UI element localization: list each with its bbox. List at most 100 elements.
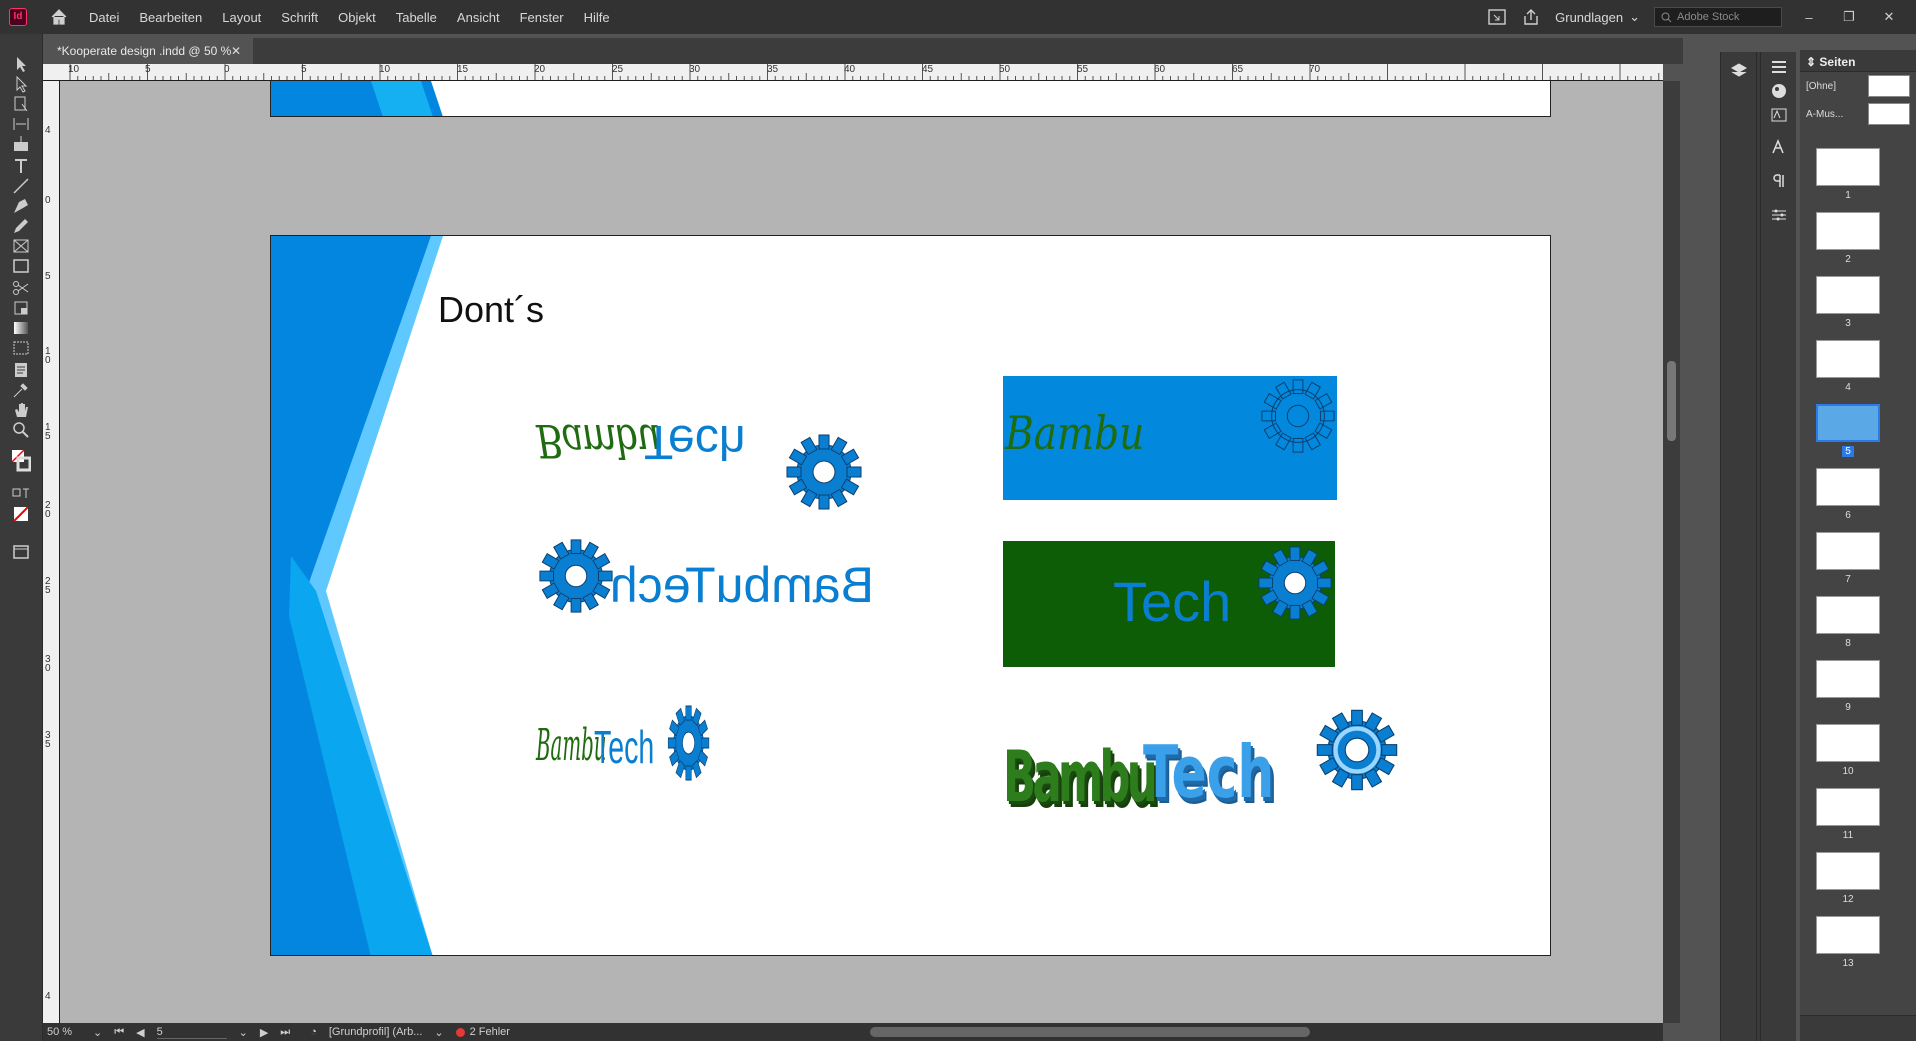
type-tool-icon[interactable] [11,156,31,176]
pasteboard[interactable]: Dont´s Bambu Tech BambuTech Bambu Tech B… [60,81,1663,1023]
hand-tool-icon[interactable] [11,400,31,420]
zoom-tool-icon[interactable] [11,420,31,440]
next-page-icon[interactable]: ▶ [260,1026,268,1039]
vertical-scrollbar[interactable] [1663,81,1680,1023]
preflight-icon[interactable]: ◔ [310,1026,317,1038]
layers-icon[interactable] [1730,62,1748,80]
format-container-icon[interactable] [11,484,31,504]
workspace-switcher[interactable]: Grundlagen ⌄ [1555,9,1640,25]
scissors-tool-icon[interactable] [11,278,31,298]
page-field[interactable]: 5 [156,1026,227,1039]
pages-panel-tab[interactable]: ⇕ Seiten [1800,50,1916,72]
preflight-profile[interactable]: [Grundprofil] (Arb... [329,1026,423,1038]
adobe-stock-search[interactable]: Adobe Stock [1654,7,1782,27]
rectangle-tool-icon[interactable] [11,256,31,276]
menu-layout[interactable]: Layout [212,10,271,25]
document-tab-bar: *Kooperate design .indd @ 50 % ✕ [43,38,1683,64]
screen-mode-icon[interactable] [1487,8,1507,26]
selection-tool-icon[interactable] [11,54,31,74]
home-icon[interactable] [49,7,69,27]
chevron-down-icon[interactable]: ⌄ [434,1026,443,1039]
error-indicator[interactable]: 2 Fehler [455,1026,522,1038]
document-tab[interactable]: *Kooperate design .indd @ 50 % ✕ [43,38,253,64]
page-thumbnail[interactable] [1816,468,1880,506]
close-tab-icon[interactable]: ✕ [231,38,241,64]
page-thumbnail[interactable] [1816,532,1880,570]
dont-example-4: Bambu [1003,376,1337,500]
last-page-icon[interactable]: ⏭ [280,1026,290,1039]
gradient-tool-icon[interactable] [11,318,31,338]
menu-schrift[interactable]: Schrift [271,10,328,25]
free-transform-tool-icon[interactable] [11,298,31,318]
page-number: 9 [1845,702,1851,713]
dont-example-6: Bambu Tech [1003,706,1423,846]
chevron-down-icon[interactable]: ⌄ [93,1026,102,1039]
properties-icon[interactable] [1770,206,1788,224]
pen-tool-icon[interactable] [11,196,31,216]
page-thumbnail[interactable] [1816,852,1880,890]
page-thumbnail[interactable] [1816,212,1880,250]
close-window-button[interactable]: ✕ [1876,9,1902,25]
page-thumbnail[interactable] [1816,340,1880,378]
chevron-down-icon[interactable]: ⌄ [239,1026,248,1039]
pages-panel-title: Seiten [1819,55,1856,69]
menu-datei[interactable]: Datei [79,10,129,25]
vertical-scroll-thumb[interactable] [1667,361,1676,441]
content-collector-icon[interactable] [11,134,31,154]
menu-hilfe[interactable]: Hilfe [574,10,620,25]
note-tool-icon[interactable] [11,360,31,380]
page-tool-icon[interactable] [11,94,31,114]
page-thumbnail[interactable] [1816,916,1880,954]
ruler-label: 15 [457,64,469,75]
character-styles-icon[interactable] [1770,138,1788,156]
maximize-button[interactable]: ❐ [1836,9,1862,25]
chevron-down-icon: ⌄ [1629,9,1640,24]
menu-icon[interactable] [1770,58,1788,76]
page-thumbnail[interactable] [1816,148,1880,186]
page-thumbnail[interactable] [1816,404,1880,442]
page-thumbnail[interactable] [1816,660,1880,698]
status-bar: 50 % ⌄ ⏮ ◀ 5 ⌄ ▶ ⏭ ◔ [Grundprofil] (Arb.… [43,1023,1663,1041]
prev-page-icon[interactable]: ◀ [136,1026,144,1039]
ruler-label: 0 [45,195,51,206]
page-thumbnail[interactable] [1816,724,1880,762]
gear-icon [667,705,710,781]
menu-ansicht[interactable]: Ansicht [447,10,510,25]
page-thumbnail[interactable] [1816,276,1880,314]
previous-page[interactable] [270,81,1551,117]
gradient-feather-tool-icon[interactable] [11,338,31,358]
menu-tabelle[interactable]: Tabelle [386,10,447,25]
first-page-icon[interactable]: ⏮ [114,1026,124,1039]
master-a[interactable]: A-Mus... [1800,100,1916,128]
gear-icon [786,434,862,510]
menu-fenster[interactable]: Fenster [510,10,574,25]
current-page[interactable]: Dont´s Bambu Tech BambuTech Bambu Tech B… [270,235,1551,956]
menu-objekt[interactable]: Objekt [328,10,386,25]
ruler-label: 20 [534,64,546,75]
page-number: 7 [1845,574,1851,585]
character-icon[interactable] [1770,106,1788,124]
page-thumbnail[interactable] [1816,788,1880,826]
pencil-tool-icon[interactable] [11,216,31,236]
direct-selection-tool-icon[interactable] [11,74,31,94]
color-icon[interactable] [1770,82,1788,100]
apply-none-icon[interactable] [11,504,31,524]
gap-tool-icon[interactable] [11,114,31,134]
menu-bearbeiten[interactable]: Bearbeiten [129,10,212,25]
master-none[interactable]: [Ohne] [1800,72,1916,100]
error-dot-icon [455,1027,465,1037]
fill-stroke-icon[interactable] [11,448,31,476]
master-none-thumb [1868,75,1910,97]
page-number: 5 [1800,446,1896,457]
horizontal-scroll-thumb[interactable] [870,1027,1310,1037]
minimize-button[interactable]: – [1796,10,1822,25]
eyedropper-tool-icon[interactable] [11,380,31,400]
paragraph-styles-icon[interactable] [1770,172,1788,190]
ruler-label: 65 [1232,64,1244,75]
screen-mode-normal-icon[interactable] [11,542,31,562]
zoom-field[interactable]: 50 % [43,1026,81,1038]
page-thumbnail[interactable] [1816,596,1880,634]
line-tool-icon[interactable] [11,176,31,196]
share-icon[interactable] [1521,8,1541,26]
rectangle-frame-tool-icon[interactable] [11,236,31,256]
